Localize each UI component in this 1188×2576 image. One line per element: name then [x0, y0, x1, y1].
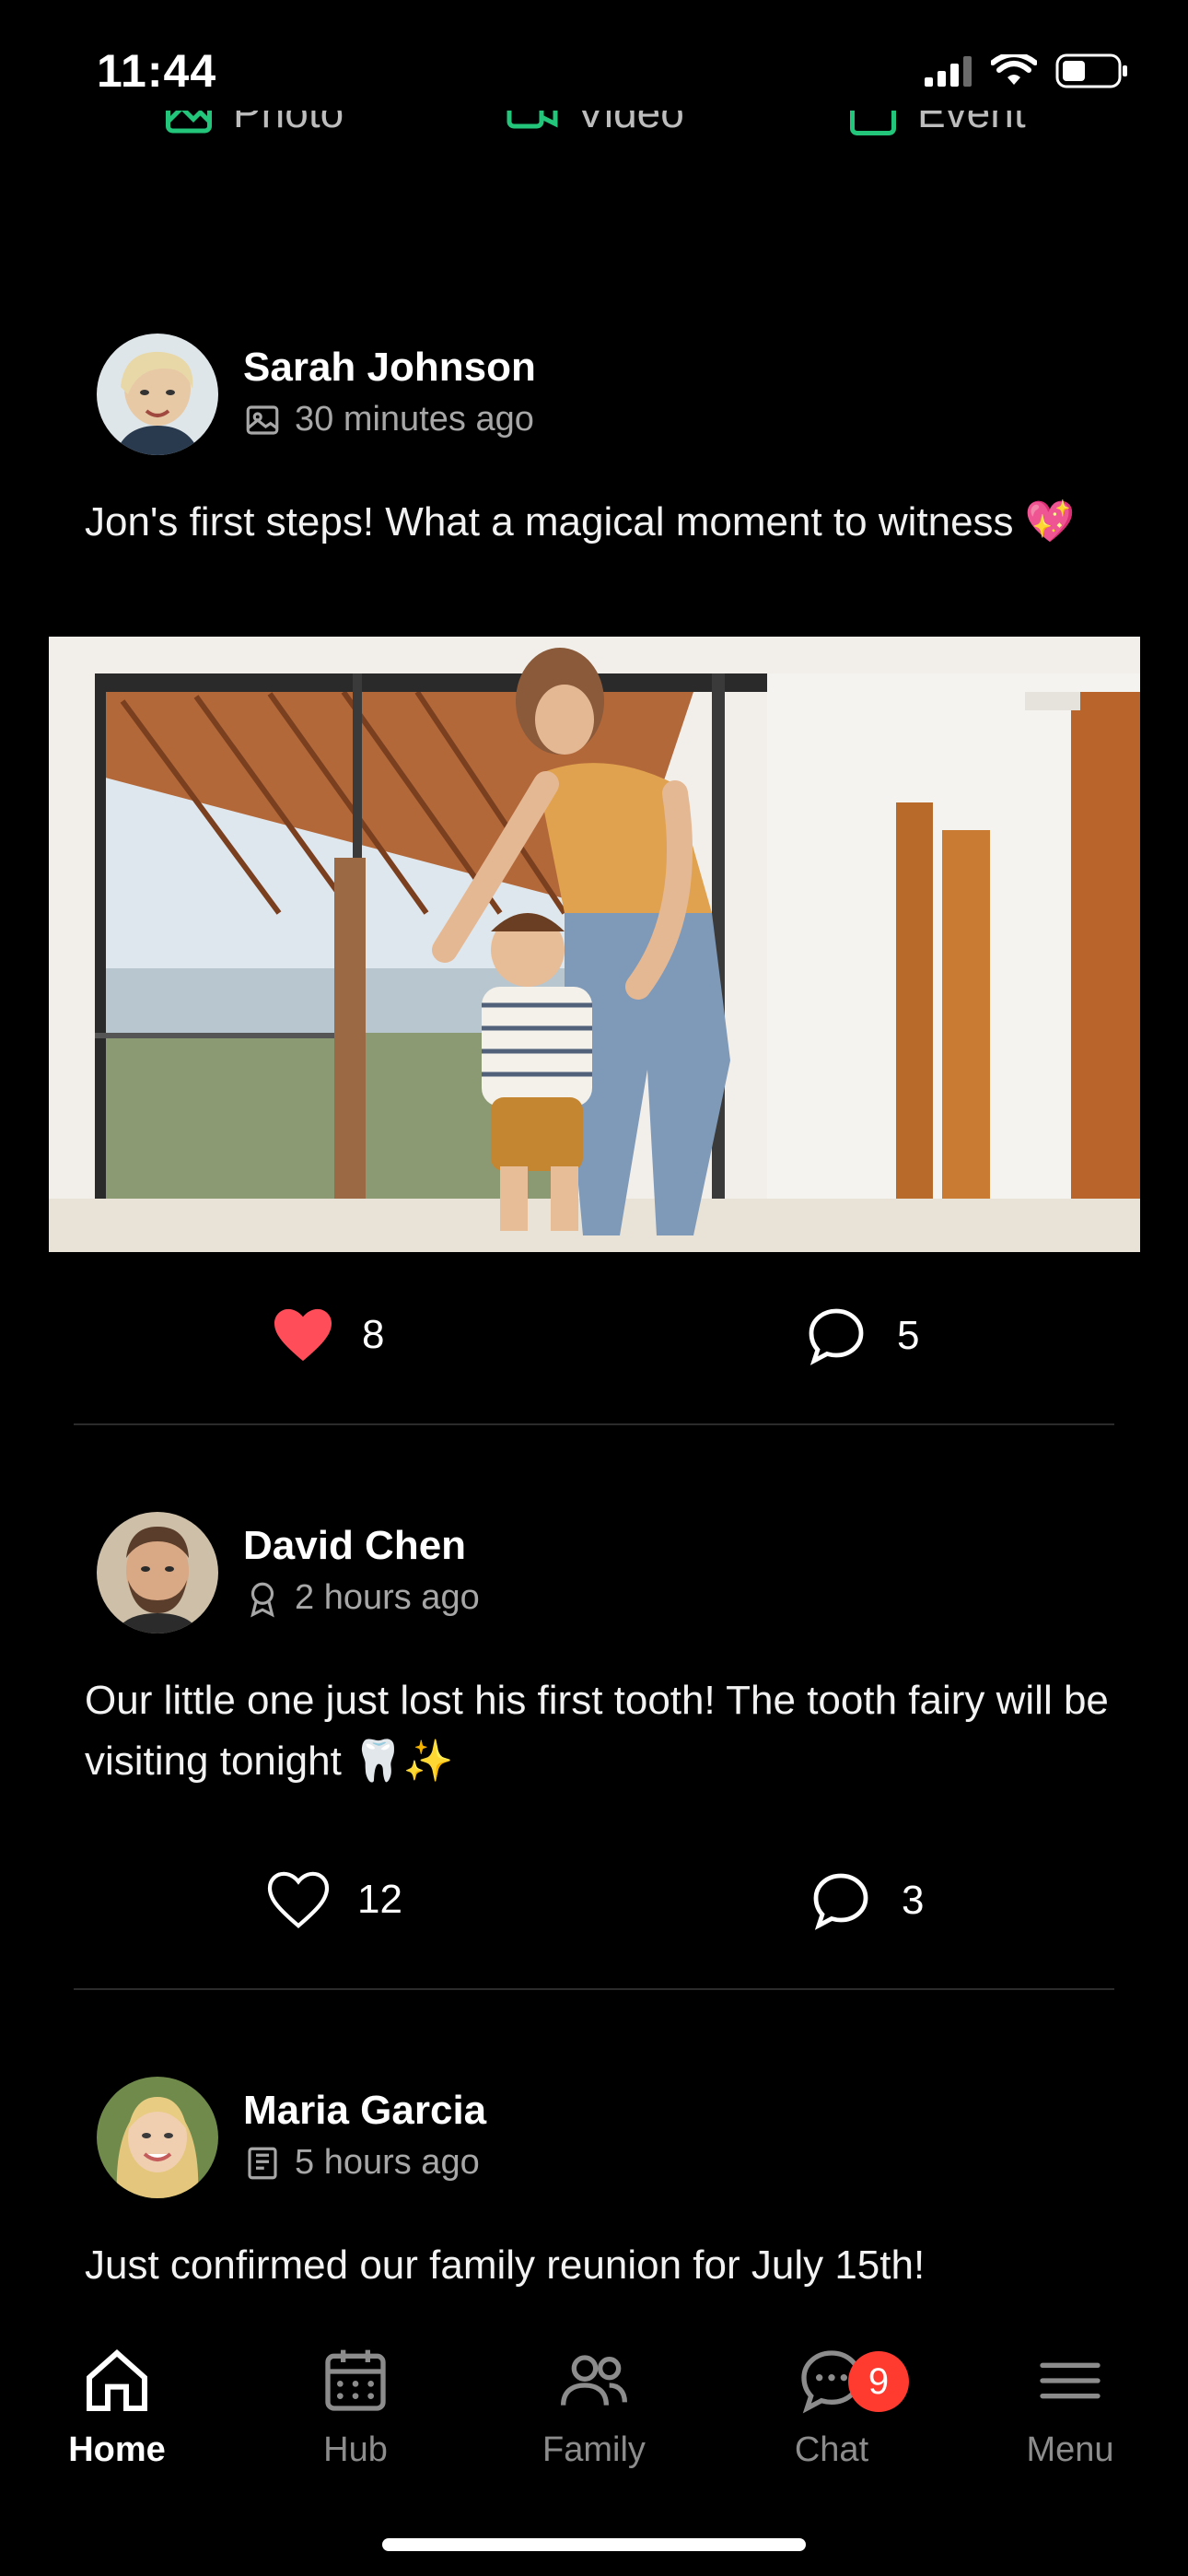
post-time: 30 minutes ago — [295, 400, 534, 439]
post-time: 5 hours ago — [295, 2143, 480, 2182]
video-option[interactable]: Video — [505, 111, 684, 140]
heart-filled-icon — [274, 1308, 332, 1362]
avatar-maria-image — [97, 2077, 218, 2198]
home-indicator[interactable] — [382, 2538, 806, 2551]
like-button[interactable]: 8 — [272, 1306, 384, 1364]
award-icon — [250, 1582, 274, 1617]
chat-badge: 9 — [848, 2351, 909, 2412]
post-divider — [74, 1423, 1114, 1425]
avatar-david-image — [97, 1512, 218, 1633]
comment-count: 3 — [902, 1878, 925, 1923]
tab-hub-label: Hub — [323, 2430, 388, 2469]
post-photo[interactable] — [49, 637, 1140, 1252]
video-label: Video — [577, 111, 684, 136]
post-meta: 5 hours ago — [243, 2143, 480, 2183]
newspaper-icon — [248, 2147, 277, 2179]
comment-count: 5 — [897, 1313, 920, 1358]
wifi-icon — [991, 54, 1037, 85]
tab-home[interactable]: Home — [25, 2344, 209, 2470]
heart-outline-icon — [267, 1871, 330, 1928]
comment-button[interactable]: 3 — [808, 1868, 924, 1934]
avatar-sarah-image — [97, 334, 218, 455]
post-text: Jon's first steps! What a magical moment… — [85, 499, 1076, 544]
comment-icon — [813, 1873, 868, 1930]
tab-menu[interactable]: Menu — [978, 2344, 1162, 2470]
avatar[interactable] — [97, 334, 218, 455]
comment-icon — [809, 1308, 864, 1365]
people-icon — [561, 2355, 627, 2406]
tab-chat-label: Chat — [794, 2430, 869, 2469]
tab-chat[interactable]: Chat 9 — [740, 2344, 924, 2470]
video-icon — [507, 111, 558, 129]
post-author[interactable]: Maria Garcia — [243, 2088, 486, 2134]
post-meta: 2 hours ago — [243, 1578, 480, 1618]
home-icon — [87, 2348, 147, 2411]
photo-option[interactable]: Photo — [161, 111, 344, 140]
avatar[interactable] — [97, 2077, 218, 2198]
like-count: 8 — [362, 1312, 385, 1357]
post-author[interactable]: David Chen — [243, 1523, 466, 1569]
like-button[interactable]: 12 — [267, 1871, 402, 1928]
post-author[interactable]: Sarah Johnson — [243, 345, 536, 391]
signal-icon — [925, 56, 972, 87]
post-text: Our little one just lost his first tooth… — [85, 1678, 1109, 1784]
comment-button[interactable]: 5 — [803, 1303, 919, 1369]
calendar-grid-icon — [325, 2349, 386, 2411]
like-count: 12 — [357, 1877, 402, 1922]
calendar-icon — [850, 111, 896, 135]
tab-home-label: Home — [68, 2430, 166, 2469]
photo-icon — [166, 111, 212, 134]
first-steps-photo — [49, 637, 1140, 1252]
status-icons — [925, 53, 1129, 88]
event-option[interactable]: Event — [845, 111, 1026, 140]
post-composer-options: Photo Video Event — [0, 111, 1188, 175]
post-time: 2 hours ago — [295, 1578, 480, 1617]
status-time: 11:44 — [97, 45, 217, 97]
tab-hub[interactable]: Hub — [263, 2344, 448, 2470]
tab-family[interactable]: Family — [502, 2344, 686, 2470]
avatar[interactable] — [97, 1512, 218, 1633]
image-icon — [246, 404, 279, 435]
tab-family-label: Family — [542, 2430, 646, 2469]
tab-menu-label: Menu — [1026, 2430, 1114, 2469]
post-text: Just confirmed our family reunion for Ju… — [85, 2242, 926, 2288]
post-meta: 30 minutes ago — [243, 400, 534, 439]
battery-icon — [1055, 53, 1127, 88]
hamburger-menu-icon — [1040, 2362, 1101, 2399]
photo-label: Photo — [233, 111, 344, 136]
post-divider — [74, 1988, 1114, 1990]
event-label: Event — [917, 111, 1026, 136]
